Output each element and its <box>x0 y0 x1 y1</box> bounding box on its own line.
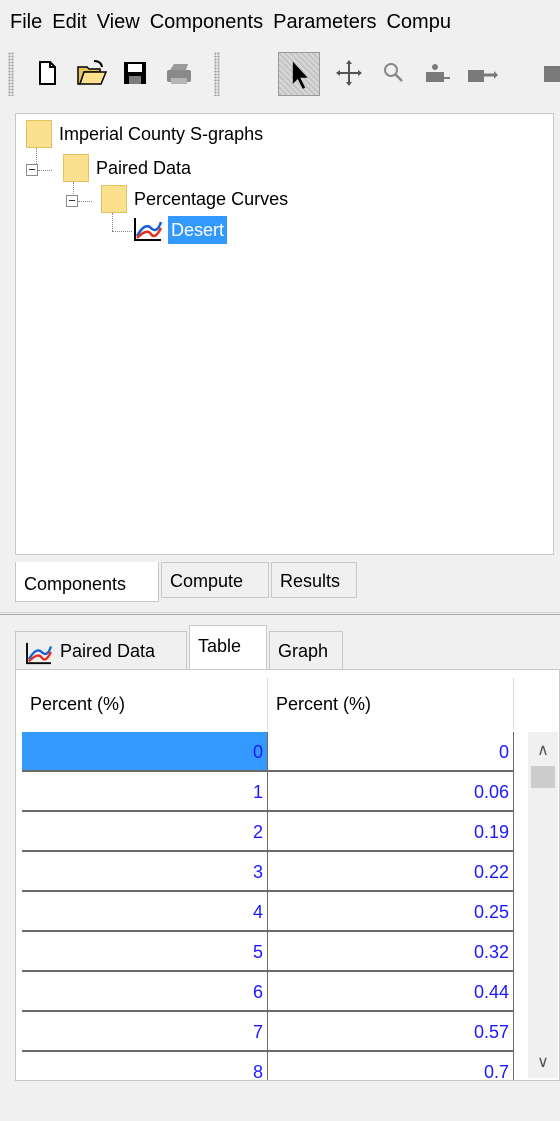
menu-edit[interactable]: Edit <box>47 0 91 44</box>
pan-icon[interactable] <box>332 56 366 90</box>
collapse-paired-data-icon[interactable] <box>26 164 38 176</box>
add-element-icon[interactable] <box>420 56 454 90</box>
folder-icon <box>63 154 89 182</box>
cell-x[interactable]: 1 <box>22 772 268 812</box>
select-arrow-icon[interactable] <box>278 52 320 96</box>
paired-data-curve-icon <box>24 640 54 665</box>
panel-splitter[interactable] <box>0 612 560 615</box>
cell-y[interactable]: 0.7 <box>268 1052 514 1080</box>
cell-x[interactable]: 6 <box>22 972 268 1012</box>
toolbar <box>0 44 560 104</box>
paired-data-curve-icon <box>133 216 163 242</box>
column-header-y[interactable]: Percent (%) <box>268 678 514 730</box>
save-icon[interactable] <box>118 56 152 90</box>
paired-data-table: Percent (%) Percent (%) 0 0 1 0.06 2 0.19 3 0.2… <box>15 669 560 1081</box>
cell-x[interactable]: 3 <box>22 852 268 892</box>
tab-results[interactable]: Results <box>271 562 357 598</box>
menu-view[interactable]: View <box>92 0 145 44</box>
menu-file[interactable]: File <box>0 0 47 44</box>
cell-y[interactable]: 0.06 <box>268 772 514 812</box>
folder-icon <box>26 120 52 148</box>
more-icon[interactable] <box>540 56 560 90</box>
toolbar-grip-2[interactable] <box>214 52 220 96</box>
cell-x[interactable]: 4 <box>22 892 268 932</box>
scroll-up-icon[interactable]: ∧ <box>528 738 558 764</box>
cell-y[interactable]: 0.32 <box>268 932 514 972</box>
component-tree: Imperial County S-graphs Paired Data Per… <box>15 113 554 555</box>
menu-compute[interactable]: Compu <box>381 0 455 44</box>
tab-graph[interactable]: Graph <box>269 631 343 669</box>
tree-node-desert[interactable]: Desert <box>168 216 228 244</box>
tab-paired-data-label: Paired Data <box>60 641 156 661</box>
cell-y[interactable]: 0.44 <box>268 972 514 1012</box>
tree-node-paired-data[interactable]: Paired Data <box>96 153 191 183</box>
tab-table[interactable]: Table <box>189 625 267 669</box>
cell-x[interactable]: 7 <box>22 1012 268 1052</box>
open-folder-icon[interactable] <box>74 56 108 90</box>
folder-icon <box>101 185 127 213</box>
scroll-thumb[interactable] <box>531 766 555 788</box>
cell-x[interactable]: 5 <box>22 932 268 972</box>
cell-x[interactable]: 0 <box>22 732 268 772</box>
vertical-scrollbar[interactable]: ∧ ∨ <box>528 732 558 1078</box>
tab-compute[interactable]: Compute <box>161 562 269 598</box>
toolbar-grip[interactable] <box>8 52 14 96</box>
cell-y[interactable]: 0 <box>268 732 514 772</box>
cell-y[interactable]: 0.19 <box>268 812 514 852</box>
menu-bar: File Edit View Components Parameters Compu <box>0 0 560 44</box>
tree-node-percentage-curves[interactable]: Percentage Curves <box>134 184 288 214</box>
tab-paired-data[interactable]: Paired Data <box>15 631 187 669</box>
add-connection-icon[interactable] <box>464 56 498 90</box>
cell-x[interactable]: 8 <box>22 1052 268 1080</box>
column-header-x[interactable]: Percent (%) <box>22 678 268 730</box>
menu-components[interactable]: Components <box>145 0 268 44</box>
tab-components[interactable]: Components <box>15 562 159 602</box>
cell-y[interactable]: 0.57 <box>268 1012 514 1052</box>
print-icon[interactable] <box>162 56 196 90</box>
collapse-percentage-curves-icon[interactable] <box>66 195 78 207</box>
cell-y[interactable]: 0.25 <box>268 892 514 932</box>
cell-y[interactable]: 0.22 <box>268 852 514 892</box>
scroll-down-icon[interactable]: ∨ <box>528 1050 558 1076</box>
menu-parameters[interactable]: Parameters <box>268 0 381 44</box>
tree-node-root[interactable]: Imperial County S-graphs <box>59 119 263 149</box>
zoom-icon[interactable] <box>376 56 410 90</box>
cell-x[interactable]: 2 <box>22 812 268 852</box>
new-file-icon[interactable] <box>30 56 64 90</box>
